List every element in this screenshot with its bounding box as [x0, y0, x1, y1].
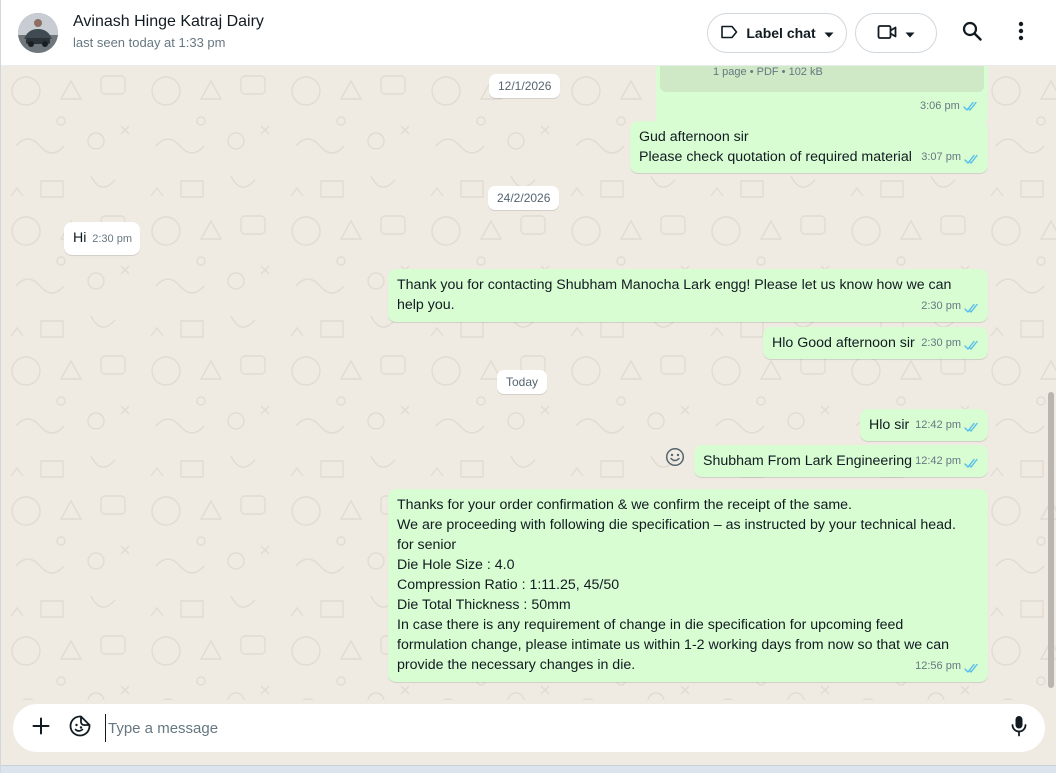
video-icon [877, 24, 897, 43]
message-text: Die Hole Size : 4.0 [397, 557, 515, 573]
message-text: formulation change, please intimate us w… [397, 637, 950, 653]
message-text: help you. [397, 297, 455, 313]
chevron-down-icon [824, 25, 834, 41]
message-text: Gud afternoon sir [639, 129, 749, 145]
message-time: 2:30 pm [921, 300, 961, 312]
message-text: for senior [397, 537, 457, 553]
whatsapp-window: Avinash Hinge Katraj Dairy last seen tod… [0, 0, 1056, 773]
outgoing-message[interactable]: Shubham From Lark Engineering 12:42 pm [694, 445, 988, 477]
message-meta: 3:07 pm [921, 147, 980, 167]
message-text: In case there is any requirement of chan… [397, 617, 904, 633]
message-text: Die Total Thickness : 50mm [397, 597, 571, 613]
double-tick-icon [964, 420, 980, 432]
plus-icon [32, 717, 50, 740]
double-tick-icon [964, 338, 980, 350]
double-tick-icon [964, 661, 980, 673]
message-text: provide the necessary changes in die. [397, 657, 636, 673]
sticker-button[interactable] [65, 713, 95, 743]
date-divider: Today [497, 370, 548, 394]
message-text: Thanks for your order confirmation & we … [397, 497, 852, 513]
menu-button[interactable] [1006, 18, 1036, 48]
contact-name[interactable]: Avinash Hinge Katraj Dairy [73, 13, 264, 31]
label-chat-text: Label chat [746, 25, 816, 41]
double-tick-icon [964, 456, 980, 468]
message-text: Thank you for contacting Shubham Manocha… [397, 277, 952, 293]
emoji-icon [665, 447, 685, 472]
outgoing-message[interactable]: Hlo sir 12:42 pm [860, 409, 988, 441]
document-info: 1 page • PDF • 102 kB [713, 66, 823, 78]
react-button[interactable] [663, 447, 687, 471]
double-tick-icon [963, 101, 979, 112]
date-divider: 24/2/2026 [488, 186, 560, 210]
message-meta: 2:30 pm [921, 296, 980, 316]
double-tick-icon [964, 152, 980, 164]
sticker-icon [68, 714, 92, 743]
message-text: We are proceeding with following die spe… [397, 517, 956, 533]
outgoing-message[interactable]: Gud afternoon sir Please check quotation… [630, 121, 988, 173]
chat-scrollbar-thumb[interactable] [1048, 392, 1054, 688]
label-chat-button[interactable]: Label chat [707, 13, 847, 53]
message-meta: 3:06 pm [920, 100, 979, 112]
chat-messages-area[interactable]: 1 page • PDF • 102 kB 3:06 pm 12/1/2026 … [1, 66, 1056, 700]
mic-icon [1011, 715, 1027, 742]
message-time: 2:30 pm [92, 233, 132, 245]
search-icon [962, 21, 982, 46]
chat-header: Avinash Hinge Katraj Dairy last seen tod… [1, 0, 1056, 66]
message-time: 3:06 pm [920, 100, 960, 112]
search-button[interactable] [957, 18, 987, 48]
double-tick-icon [964, 301, 980, 313]
outgoing-message[interactable]: Hlo Good afternoon sir 2:30 pm [763, 327, 988, 359]
message-meta: 12:42 pm [915, 415, 980, 435]
date-divider: 12/1/2026 [489, 74, 561, 98]
message-time: 12:42 pm [915, 419, 961, 431]
outgoing-message[interactable]: Thank you for contacting Shubham Manocha… [388, 269, 988, 322]
message-time: 3:07 pm [921, 151, 961, 163]
taskbar-edge [1, 765, 1056, 773]
message-meta: 12:56 pm [915, 656, 980, 676]
attach-button[interactable] [26, 713, 56, 743]
chevron-down-icon [905, 25, 915, 41]
menu-dots-icon [1018, 21, 1024, 46]
message-meta: 2:30 pm [921, 333, 980, 353]
message-time: 12:42 pm [915, 455, 961, 467]
avatar[interactable] [18, 13, 58, 53]
incoming-message[interactable]: Hi 2:30 pm [64, 222, 140, 255]
label-icon [720, 25, 738, 42]
video-call-button[interactable] [855, 13, 937, 53]
message-meta: 12:42 pm [915, 451, 980, 471]
voice-message-button[interactable] [1004, 713, 1034, 743]
outgoing-message[interactable]: Thanks for your order confirmation & we … [388, 489, 988, 682]
message-time: 12:56 pm [915, 660, 961, 672]
message-text: Compression Ratio : 1:11.25, 45/50 [397, 577, 620, 593]
message-meta: 2:30 pm [92, 229, 132, 249]
contact-status: last seen today at 1:33 pm [73, 35, 226, 50]
message-time: 2:30 pm [921, 337, 961, 349]
message-input[interactable] [105, 714, 985, 742]
